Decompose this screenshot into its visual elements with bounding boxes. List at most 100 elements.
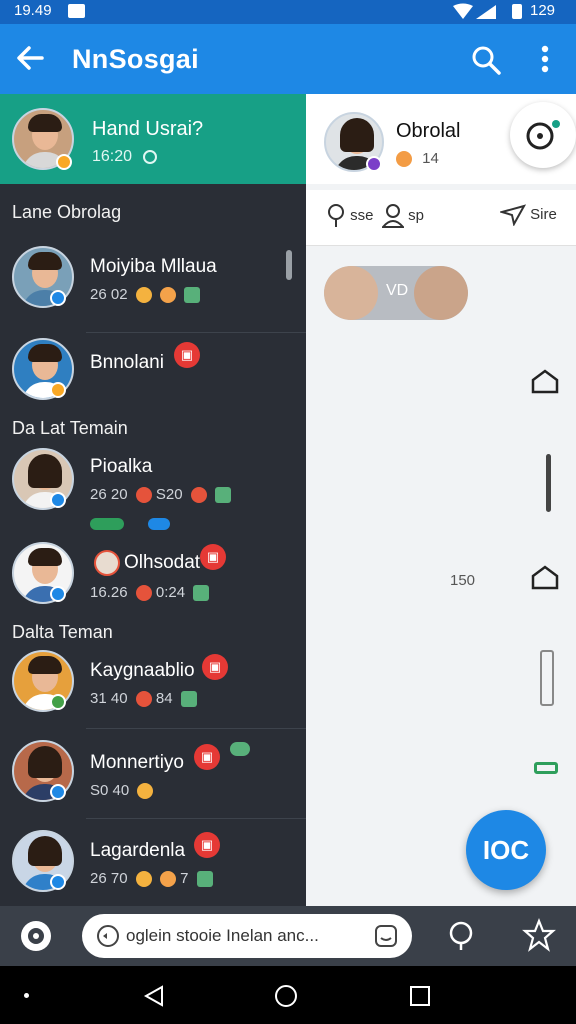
star-icon[interactable] [522,918,556,952]
app-bar: NnSosgai [0,24,576,94]
message-input[interactable] [126,922,362,950]
list-item[interactable]: Bnnolani ▣ [0,334,306,424]
notification-badge-icon: ▣ [194,744,220,770]
contact-name: Olhsodat [124,552,201,573]
status-bar: 19.49 129 [0,0,576,24]
emoji-icon[interactable] [374,924,398,948]
section-friends-b: Dalta Teman [12,622,113,642]
contact-header-name: Obrolal [396,120,461,142]
emoji-plant-icon [214,487,231,504]
contact-meta: 16.26 0:24 [90,584,210,602]
message-input-box[interactable] [82,914,412,958]
scrollbar[interactable] [546,454,551,512]
system-nav-bar [0,966,576,1024]
tag-chip [148,518,170,530]
emoji-smile-icon [137,783,154,800]
home-icon[interactable] [530,366,560,396]
status-badge [50,586,66,602]
wifi-icon [453,3,496,19]
action-sire-label: Sire [530,205,557,223]
status-badge [366,156,382,172]
clock-icon [142,149,157,164]
action-row: sse sp Sire [306,190,576,246]
tag-chip [90,518,124,530]
location-pin-icon[interactable] [446,920,476,952]
person-icon [380,204,406,228]
contact-name: Lagardenla [90,840,186,861]
action-sse[interactable]: sse [326,204,374,228]
divider [86,332,306,333]
contact-meta: 26 70 7 [90,870,213,888]
status-badge [50,694,66,710]
contact-time: 26 02 [90,286,128,303]
emoji-plant-icon [180,691,197,708]
contact-header-meta: 14 [396,150,439,168]
status-badge [50,784,66,800]
message-count: 150 [450,572,476,589]
app-title: NnSosgai [72,44,199,74]
media-preview[interactable]: VD [324,266,468,320]
media-thumb [324,266,378,320]
contact-meta: S0 40 [90,782,154,800]
contact-extra: 0:24 [155,584,186,601]
active-chat-time: 16:20 [92,148,133,165]
status-badge [56,154,72,170]
status-badge [50,290,66,306]
emoji-badge-icon [94,550,120,576]
notification-badge-icon: ▣ [194,832,220,858]
battery-icon [512,4,522,19]
emoji-smile-icon [135,287,152,304]
back-nav-icon[interactable] [142,984,166,1008]
emoji-angry-icon [135,691,152,708]
camera-fab-button[interactable] [510,102,576,168]
chat-list-panel: Hand Usrai? 16:20 Lane Obrolag Moiyiba M… [0,94,306,906]
action-sire[interactable]: Sire [498,204,557,227]
recents-nav-icon[interactable] [408,984,432,1008]
contact-time: 16.26 [90,584,128,601]
section-recent: Lane Obrolag [12,202,122,222]
location-icon [328,204,344,227]
emoji-smile-icon [135,871,152,888]
home-icon[interactable] [530,562,560,592]
contact-extra: S20 [155,486,183,503]
status-badge [50,382,66,398]
divider [86,818,306,819]
more-vert-icon[interactable] [532,42,558,76]
list-item[interactable]: Pioalka 26 20 S20 [0,444,306,534]
contact-name: Bnnolani [90,352,164,373]
nav-dot-icon [24,993,29,998]
emoji-angry-icon [190,487,207,504]
emoji-hand-icon [159,287,176,304]
battery-level: 129 [530,2,556,19]
contact-time: 31 40 [90,690,128,707]
list-item[interactable]: Moiyiba Mllaua 26 02 [0,240,306,330]
emoji-hand-icon [159,871,176,888]
status-badge [50,492,66,508]
list-item[interactable]: Kaygnaablio ▣ 31 40 84 [0,646,306,736]
action-sse-label: sse [350,206,374,224]
new-chat-fab[interactable]: IOC [466,810,546,890]
active-chat-meta: 16:20 [92,148,157,166]
contact-name: Moiyiba Mllaua [90,256,217,277]
chat-detail-panel: Obrolal 14 sse sp Sire VD 150 [306,94,576,906]
notification-badge-icon: ▣ [200,544,226,570]
media-label: VD [386,282,409,299]
status-time: 19.49 [14,2,52,19]
scrollbar[interactable] [286,250,292,280]
active-chat-name: Hand Usrai? [92,118,204,140]
send-icon [498,204,527,227]
contact-meta: 31 40 84 [90,690,197,708]
battery-outline-icon [540,650,554,706]
list-item[interactable]: Monnertiyo ▣ S0 40 [0,736,306,826]
list-item[interactable]: Olhsodat ▣ 16.26 0:24 [0,538,306,628]
contact-meta: 26 02 [90,286,201,304]
active-chat-row[interactable]: Hand Usrai? 16:20 [0,94,306,184]
action-sp[interactable]: sp [380,204,424,228]
notification-icon [68,4,85,18]
back-arrow-icon[interactable] [14,40,46,76]
home-nav-icon[interactable] [274,984,298,1008]
search-icon[interactable] [470,44,502,76]
list-item[interactable]: Lagardenla ▣ 26 70 7 [0,826,306,906]
disc-icon[interactable] [18,918,54,954]
emoji-plant-icon [184,287,201,304]
